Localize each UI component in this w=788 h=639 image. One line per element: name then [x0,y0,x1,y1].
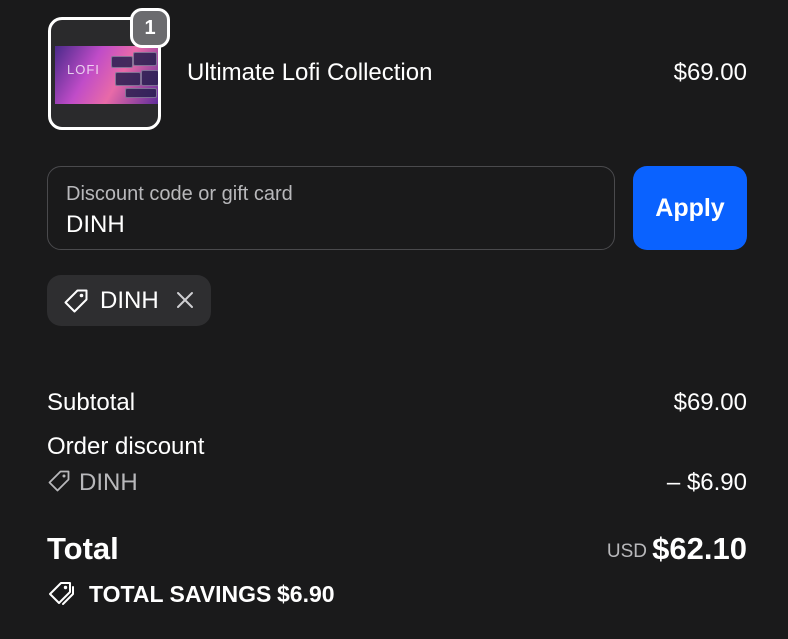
thumbnail-logo-text: LOFI [67,62,100,77]
thumbnail-card [111,56,133,68]
total-label: Total [47,531,119,566]
discount-code-field[interactable]: Discount code or gift card DINH [47,166,615,250]
quantity-badge: 1 [130,8,170,48]
thumbnail-card [141,70,158,86]
subtotal-label: Subtotal [47,389,136,416]
thumbnail-card [115,72,141,86]
total-currency: USD [606,541,647,562]
subtotal-value: $69.00 [673,389,747,416]
tag-icon [64,289,88,313]
applied-discount-chip: DINH [47,275,211,326]
discount-field-value[interactable]: DINH [66,210,125,240]
product-image: LOFI [55,46,158,104]
thumbnail-card [133,52,157,66]
thumbnail-card [125,88,157,98]
apply-button[interactable]: Apply [633,166,747,250]
total-savings-value: $6.90 [277,581,335,607]
remove-discount-close-icon[interactable] [175,290,195,310]
savings-tags-icon [49,582,74,605]
order-discount-value: – $6.90 [666,469,747,496]
applied-discount-code: DINH [100,287,159,314]
tag-icon [48,470,70,492]
order-discount-label: Order discount [47,433,205,460]
discount-field-label: Discount code or gift card [66,183,293,205]
order-discount-code: DINH [79,469,138,496]
total-savings-label: TOTAL SAVINGS [89,581,272,607]
checkout-summary: LOFI 1 Ultimate Lofi Collection $69.00 D… [0,0,788,639]
product-price: $69.00 [673,59,747,86]
total-value: $62.10 [652,531,747,566]
product-name: Ultimate Lofi Collection [187,59,433,86]
